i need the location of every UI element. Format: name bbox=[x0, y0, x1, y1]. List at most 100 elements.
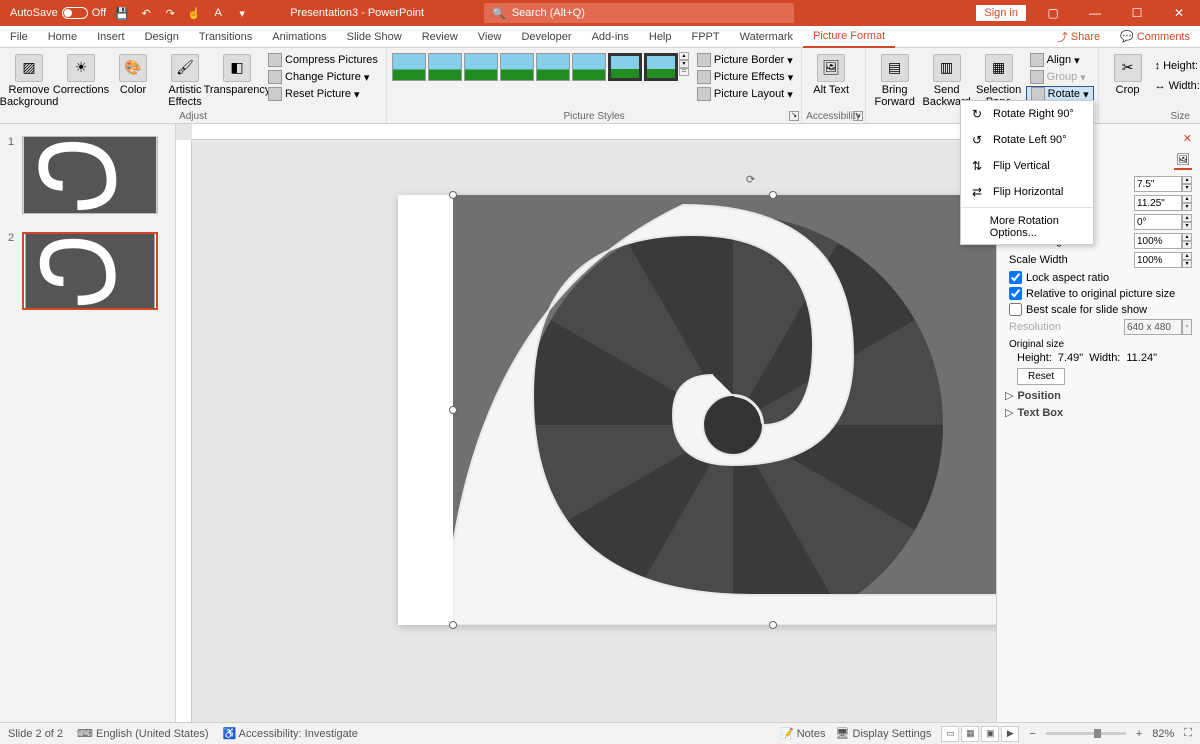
zoom-thumb[interactable] bbox=[1094, 729, 1101, 738]
slide-counter[interactable]: Slide 2 of 2 bbox=[8, 728, 63, 740]
close-button[interactable]: ✕ bbox=[1164, 0, 1194, 26]
minimize-button[interactable]: — bbox=[1080, 0, 1110, 26]
thumbnail-2[interactable]: 2 bbox=[0, 228, 175, 324]
alt-text-button[interactable]: 🖼Alt Text bbox=[806, 52, 856, 96]
rotate-left-90-item[interactable]: ↺Rotate Left 90° bbox=[961, 127, 1093, 153]
reset-picture-button[interactable]: Reset Picture▾ bbox=[264, 86, 382, 102]
reading-view-button[interactable]: ▣ bbox=[981, 726, 999, 742]
reset-size-button[interactable]: Reset bbox=[1017, 368, 1065, 385]
more-rotation-options-item[interactable]: More Rotation Options... bbox=[961, 210, 1093, 244]
spin-up[interactable]: ▴ bbox=[1182, 214, 1192, 222]
selected-picture[interactable] bbox=[453, 195, 996, 625]
group-button[interactable]: Group▾ bbox=[1026, 69, 1094, 85]
styles-launcher[interactable]: ↘ bbox=[789, 111, 799, 121]
relative-size-checkbox[interactable]: Relative to original picture size bbox=[1009, 287, 1192, 300]
color-button[interactable]: 🎨Color bbox=[108, 52, 158, 96]
styles-scroll-down[interactable]: ▾ bbox=[679, 60, 689, 68]
flip-horizontal-item[interactable]: ⇄Flip Horizontal bbox=[961, 179, 1093, 205]
compress-pictures-button[interactable]: Compress Pictures bbox=[264, 52, 382, 68]
notes-button[interactable]: 📝 Notes bbox=[780, 727, 826, 740]
autosave-toggle[interactable]: AutoSave Off bbox=[10, 7, 106, 19]
picture-layout-button[interactable]: Picture Layout▾ bbox=[693, 86, 797, 102]
transparency-button[interactable]: ◧Transparency bbox=[212, 52, 262, 96]
resize-handle-s[interactable] bbox=[769, 621, 777, 629]
accessibility-launcher[interactable]: ↘ bbox=[853, 111, 863, 121]
zoom-in-button[interactable]: + bbox=[1136, 728, 1142, 740]
artistic-effects-button[interactable]: 🖌Artistic Effects bbox=[160, 52, 210, 108]
tab-transitions[interactable]: Transitions bbox=[189, 26, 262, 48]
lock-aspect-checkbox[interactable]: Lock aspect ratio bbox=[1009, 271, 1192, 284]
tab-animations[interactable]: Animations bbox=[262, 26, 336, 48]
display-settings-button[interactable]: 🖥 Display Settings bbox=[835, 727, 931, 740]
touch-mode-icon[interactable]: ☝ bbox=[186, 5, 202, 21]
tab-help[interactable]: Help bbox=[639, 26, 682, 48]
close-pane-icon[interactable]: ✕ bbox=[1183, 132, 1192, 145]
undo-icon[interactable]: ↶ bbox=[138, 5, 154, 21]
zoom-level[interactable]: 82% bbox=[1152, 728, 1174, 740]
save-icon[interactable]: 💾 bbox=[114, 5, 130, 21]
slideshow-view-button[interactable]: ▶ bbox=[1001, 726, 1019, 742]
autosave-switch-icon[interactable] bbox=[62, 7, 88, 19]
tab-design[interactable]: Design bbox=[135, 26, 189, 48]
tab-watermark[interactable]: Watermark bbox=[730, 26, 803, 48]
remove-background-button[interactable]: ▨Remove Background bbox=[4, 52, 54, 108]
crop-button[interactable]: ✂Crop bbox=[1103, 52, 1153, 96]
maximize-button[interactable]: ☐ bbox=[1122, 0, 1152, 26]
pane-rotation-input[interactable] bbox=[1134, 214, 1182, 230]
picture-style-preset[interactable] bbox=[428, 53, 462, 81]
textbox-section[interactable]: ▷Text Box bbox=[1005, 406, 1192, 419]
tab-file[interactable]: File bbox=[0, 26, 38, 48]
spin-down[interactable]: ▾ bbox=[1182, 241, 1192, 249]
position-section[interactable]: ▷Position bbox=[1005, 389, 1192, 402]
tab-picture-format[interactable]: Picture Format bbox=[803, 26, 895, 48]
picture-border-button[interactable]: Picture Border▾ bbox=[693, 52, 797, 68]
spin-up[interactable]: ▴ bbox=[1182, 176, 1192, 184]
tab-home[interactable]: Home bbox=[38, 26, 87, 48]
tab-addins[interactable]: Add-ins bbox=[582, 26, 639, 48]
pane-scaleh-input[interactable] bbox=[1134, 233, 1182, 249]
picture-style-preset[interactable] bbox=[608, 53, 642, 81]
spin-up[interactable]: ▴ bbox=[1182, 252, 1192, 260]
share-button[interactable]: ⤴Share bbox=[1047, 29, 1110, 45]
tab-view[interactable]: View bbox=[468, 26, 512, 48]
spin-up[interactable]: ▴ bbox=[1182, 233, 1192, 241]
picture-style-preset[interactable] bbox=[644, 53, 678, 81]
resize-handle-sw[interactable] bbox=[449, 621, 457, 629]
spin-down[interactable]: ▾ bbox=[1182, 222, 1192, 230]
thumbnail-1[interactable]: 1 bbox=[0, 132, 175, 228]
spin-down[interactable]: ▾ bbox=[1182, 184, 1192, 192]
normal-view-button[interactable]: ▭ bbox=[941, 726, 959, 742]
flip-vertical-item[interactable]: ⇅Flip Vertical bbox=[961, 153, 1093, 179]
change-picture-button[interactable]: Change Picture▾ bbox=[264, 69, 382, 85]
align-button[interactable]: Align▾ bbox=[1026, 52, 1094, 68]
picture-effects-button[interactable]: Picture Effects▾ bbox=[693, 69, 797, 85]
slide-canvas-area[interactable]: ⟳ bbox=[176, 124, 996, 722]
tab-developer[interactable]: Developer bbox=[511, 26, 581, 48]
picture-style-preset[interactable] bbox=[500, 53, 534, 81]
resize-handle-w[interactable] bbox=[449, 406, 457, 414]
tab-review[interactable]: Review bbox=[412, 26, 468, 48]
resize-handle-nw[interactable] bbox=[449, 191, 457, 199]
size-tab-icon[interactable]: 🖼 bbox=[1174, 151, 1192, 170]
sorter-view-button[interactable]: ▦ bbox=[961, 726, 979, 742]
pane-scalew-input[interactable] bbox=[1134, 252, 1182, 268]
fit-to-window-button[interactable]: ⛶ bbox=[1184, 727, 1192, 740]
spin-up[interactable]: ▴ bbox=[1182, 195, 1192, 203]
tab-fppt[interactable]: FPPT bbox=[682, 26, 730, 48]
tab-slideshow[interactable]: Slide Show bbox=[337, 26, 412, 48]
picture-style-preset[interactable] bbox=[464, 53, 498, 81]
spin-down[interactable]: ▾ bbox=[1182, 260, 1192, 268]
picture-style-preset[interactable] bbox=[536, 53, 570, 81]
font-icon[interactable]: A bbox=[210, 5, 226, 21]
picture-style-preset[interactable] bbox=[392, 53, 426, 81]
rotation-handle[interactable]: ⟳ bbox=[746, 173, 760, 187]
picture-style-preset[interactable] bbox=[572, 53, 606, 81]
styles-more[interactable]: ＝ bbox=[679, 68, 689, 76]
zoom-out-button[interactable]: − bbox=[1029, 728, 1035, 740]
best-scale-checkbox[interactable]: Best scale for slide show bbox=[1009, 303, 1192, 316]
search-box[interactable]: 🔍 Search (Alt+Q) bbox=[484, 3, 794, 23]
corrections-button[interactable]: ☀Corrections bbox=[56, 52, 106, 96]
tab-insert[interactable]: Insert bbox=[87, 26, 135, 48]
bring-forward-button[interactable]: ▤Bring Forward bbox=[870, 52, 920, 108]
spin-down[interactable]: ▾ bbox=[1182, 203, 1192, 211]
